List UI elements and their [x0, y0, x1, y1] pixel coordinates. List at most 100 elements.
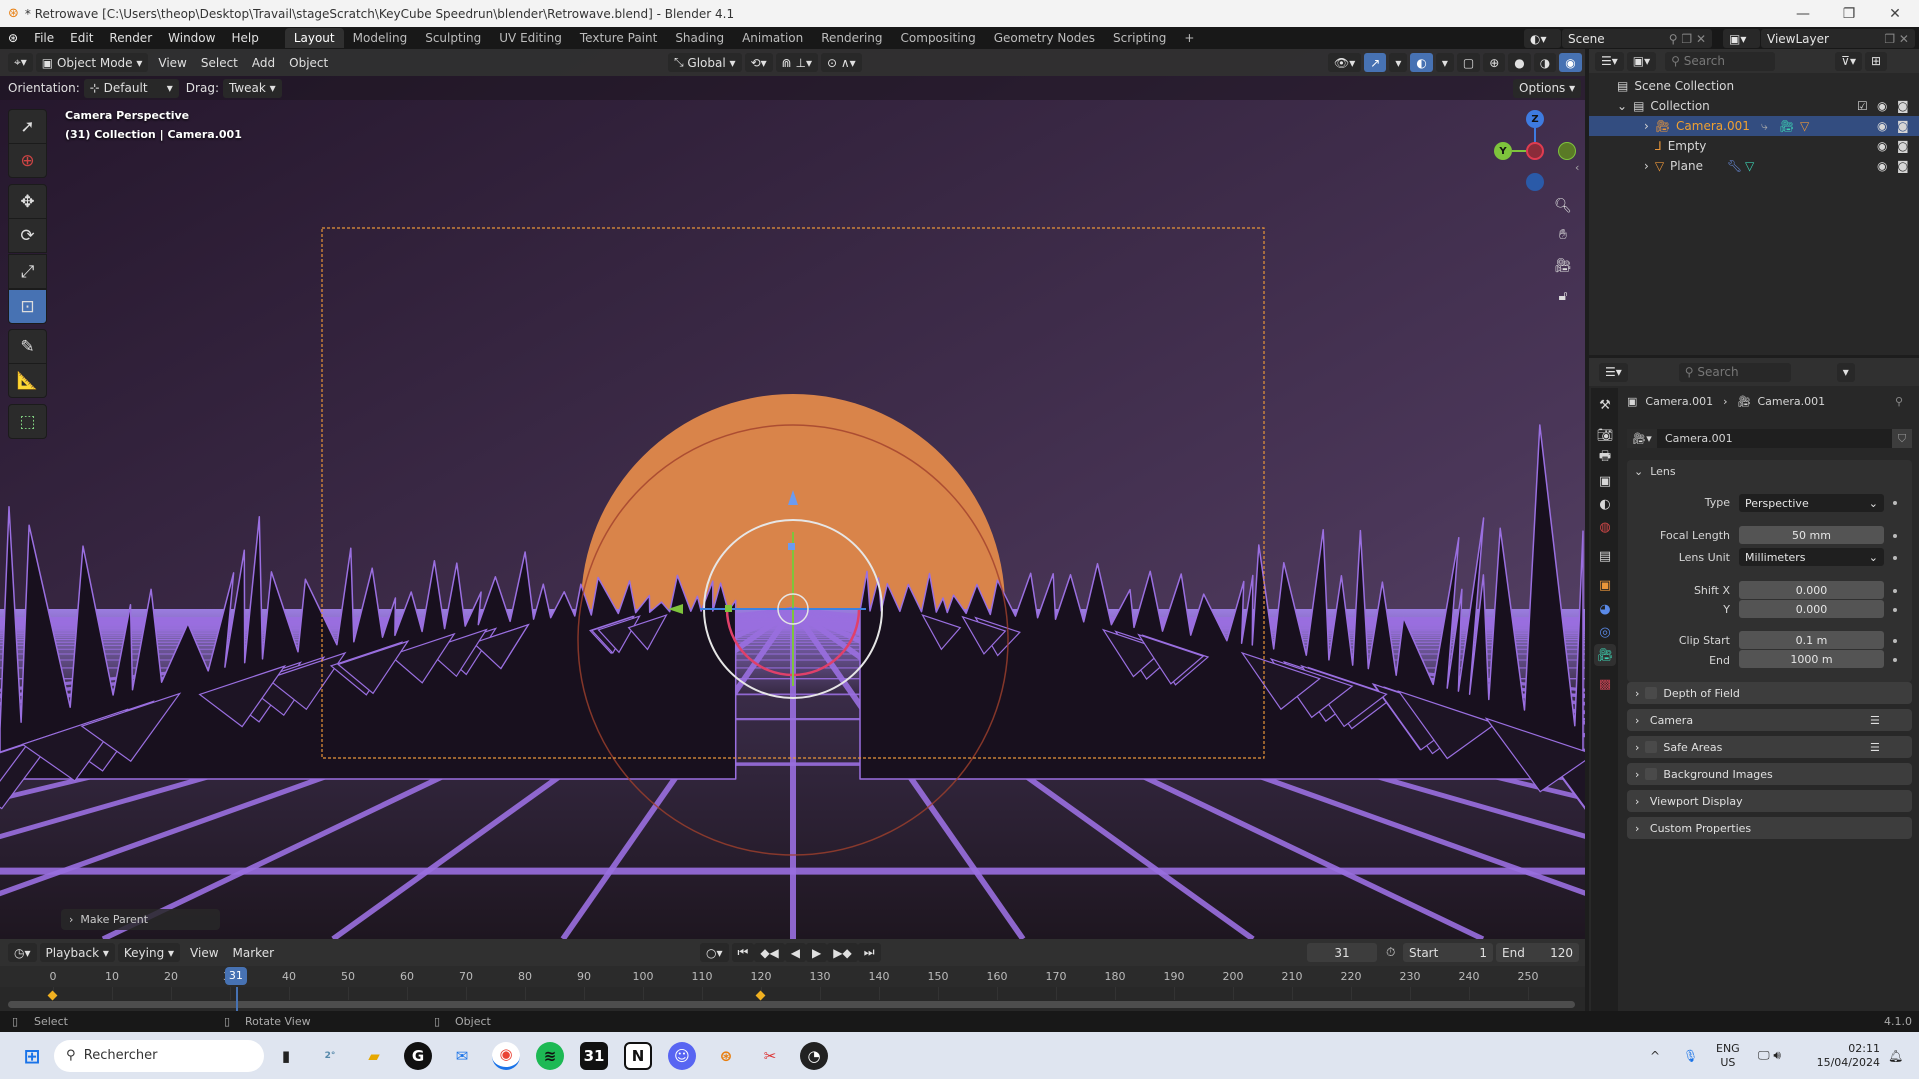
keyframe-dot[interactable]	[1893, 501, 1897, 505]
g-app-icon[interactable]: G	[404, 1041, 432, 1070]
clip-start-field[interactable]: 0.1 m	[1739, 631, 1884, 649]
pin-icon[interactable]: ⚲	[1895, 395, 1903, 408]
view-layer-icon[interactable]: ▣▾	[1723, 29, 1760, 48]
last-operator-panel[interactable]: › Make Parent	[61, 909, 220, 930]
eye-icon[interactable]: ◉	[1877, 119, 1887, 133]
lens-unit-dropdown[interactable]: Millimeters ⌄	[1739, 548, 1884, 566]
new-collection-button[interactable]: ⊞	[1864, 51, 1888, 71]
safe-areas-checkbox[interactable]	[1645, 741, 1658, 753]
clock[interactable]: 02:11 15/04/2024	[1810, 1042, 1880, 1070]
filter-dropdown[interactable]: ⊽▾	[1835, 51, 1862, 71]
snap-toggle[interactable]: ⋒ ⊥▾	[775, 53, 818, 72]
use-preview-range-icon[interactable]: ⏱	[1386, 945, 1395, 960]
jump-end-button[interactable]: ⏭	[857, 943, 881, 962]
eye-icon[interactable]: ◉	[1877, 159, 1887, 173]
notion-icon[interactable]: N	[624, 1041, 652, 1070]
current-frame-field[interactable]: 31	[1307, 943, 1377, 962]
menu-window[interactable]: Window	[160, 31, 223, 45]
gizmo-toggle[interactable]: ↗	[1364, 53, 1387, 72]
tab-sculpting[interactable]: Sculpting	[416, 28, 490, 48]
move-tool-icon[interactable]: ✥	[8, 184, 47, 219]
add-workspace-button[interactable]: +	[1175, 28, 1203, 48]
play-button[interactable]: ▶	[806, 943, 828, 962]
network-volume-icons[interactable]: 🖵 🔊︎	[1758, 1048, 1781, 1063]
camera-view-icon[interactable]: 🎥︎	[1550, 253, 1576, 279]
calendar-icon[interactable]: 31	[580, 1041, 608, 1070]
tab-rendering[interactable]: Rendering	[812, 28, 891, 48]
options-dropdown[interactable]: Options ▾	[1513, 78, 1582, 98]
mail-icon[interactable]: ✉	[448, 1042, 476, 1070]
tab-texture-paint[interactable]: Texture Paint	[571, 28, 666, 48]
clip-end-field[interactable]: 1000 m	[1739, 650, 1884, 668]
overlay-dropdown[interactable]: ▾	[1435, 53, 1454, 72]
plane-handle[interactable]	[725, 605, 732, 612]
fake-user-shield-icon[interactable]: ⛉	[1892, 429, 1912, 448]
focal-length-field[interactable]: 50 mm	[1739, 526, 1884, 544]
mesh-data-icon[interactable]: ▽	[1745, 159, 1754, 173]
gizmo-neg-z-axis[interactable]	[1526, 173, 1544, 191]
play-reverse-button[interactable]: ◀	[784, 943, 807, 962]
annotate-tool-icon[interactable]: ✎	[8, 329, 47, 364]
timeline-keyframe-area[interactable]	[0, 987, 1585, 1011]
lens-type-dropdown[interactable]: Perspective ⌄	[1739, 494, 1884, 512]
timeline-scrollbar[interactable]	[8, 1001, 1575, 1008]
gizmo-x-axis[interactable]	[1526, 142, 1544, 160]
pivot-point-dropdown[interactable]: ⟲▾	[744, 53, 773, 72]
panel-viewport-display[interactable]: › Viewport Display	[1627, 790, 1912, 812]
mode-dropdown[interactable]: ▣ Object Mode ▾	[35, 53, 149, 72]
transform-orientation-dropdown[interactable]: ⤡ Global ▾	[668, 53, 742, 72]
tab-geometry-nodes[interactable]: Geometry Nodes	[985, 28, 1104, 48]
tool-tab-icon[interactable]: ⚒	[1594, 394, 1616, 416]
solid-shading[interactable]: ●	[1508, 53, 1531, 72]
obs-icon[interactable]: ◔	[800, 1041, 828, 1070]
snipping-tool-icon[interactable]: ✂	[756, 1042, 784, 1070]
playhead[interactable]: 31	[224, 967, 247, 985]
tab-uv-editing[interactable]: UV Editing	[490, 28, 571, 48]
language-indicator[interactable]: ENG US	[1716, 1042, 1740, 1070]
output-tab-icon[interactable]: 🖶	[1594, 447, 1616, 469]
render-camera-icon[interactable]: ◙	[1897, 159, 1909, 173]
menu-view[interactable]: View	[151, 56, 193, 70]
keyframe-dot[interactable]	[1893, 589, 1897, 593]
task-view-icon[interactable]: ▮	[272, 1042, 300, 1070]
end-frame-field[interactable]: End 120	[1496, 943, 1579, 962]
keyframe-diamond[interactable]	[47, 990, 58, 1001]
presets-icon[interactable]: ☰	[1870, 714, 1880, 727]
auto-keying-toggle[interactable]: ○▾	[700, 943, 729, 962]
mesh-icon[interactable]: ▽	[1800, 119, 1809, 133]
jump-start-button[interactable]: ⏮	[731, 943, 755, 962]
close-button[interactable]: ✕	[1872, 0, 1918, 27]
render-camera-icon[interactable]: ◙	[1897, 119, 1909, 133]
expand-chevron-icon[interactable]: ›	[1644, 159, 1649, 173]
lock-icon[interactable]: 🔓︎	[1550, 283, 1576, 309]
rotate-tool-icon[interactable]: ⟳	[8, 218, 47, 253]
properties-options-dropdown[interactable]: ▾	[1836, 362, 1855, 382]
modifier-wrench-icon[interactable]: 🔧︎	[1727, 159, 1742, 173]
shift-x-field[interactable]: 0.000	[1739, 581, 1884, 599]
outliner-row-empty[interactable]: ⅃ Empty ◉ ◙	[1589, 136, 1919, 156]
menu-select[interactable]: Select	[194, 56, 245, 70]
sidebar-toggle-icon[interactable]: ‹	[1575, 161, 1579, 174]
tab-compositing[interactable]: Compositing	[892, 28, 985, 48]
tab-shading[interactable]: Shading	[666, 28, 733, 48]
chrome-icon[interactable]: ◉	[492, 1041, 520, 1070]
expand-chevron-icon[interactable]: ›	[1644, 119, 1649, 133]
copy-icon[interactable]: ❐ ✕	[1884, 32, 1909, 46]
plane-handle[interactable]	[788, 543, 795, 550]
panel-custom-properties[interactable]: › Custom Properties	[1627, 817, 1912, 839]
3d-viewport[interactable]: ⌖▾ ▣ Object Mode ▾ View Select Add Objec…	[0, 49, 1585, 939]
scene-selector-icon[interactable]: ◐▾	[1524, 29, 1561, 48]
playback-menu[interactable]: Playback ▾	[39, 943, 115, 962]
proportional-edit-toggle[interactable]: ⊙ ∧▾	[820, 53, 862, 72]
shift-y-field[interactable]: 0.000	[1739, 600, 1884, 618]
notifications-icon[interactable]: 🔔︎	[1888, 1049, 1903, 1063]
view-layer-field[interactable]: ViewLayer ❐ ✕	[1761, 29, 1915, 48]
panel-safe-areas[interactable]: › Safe Areas ☰	[1627, 736, 1912, 758]
pan-hand-icon[interactable]: ✋︎	[1550, 222, 1576, 248]
spotify-icon[interactable]: ≋	[536, 1041, 564, 1070]
next-keyframe-button[interactable]: ▶◆	[827, 943, 858, 962]
timeline-ruler[interactable]: 0102030405060708090100110120130140150160…	[0, 966, 1585, 987]
timeline-editor-type[interactable]: ◷▾	[8, 943, 37, 962]
datablock-browse-icon[interactable]: 🎥︎▾	[1627, 429, 1657, 448]
menu-file[interactable]: File	[26, 31, 62, 45]
